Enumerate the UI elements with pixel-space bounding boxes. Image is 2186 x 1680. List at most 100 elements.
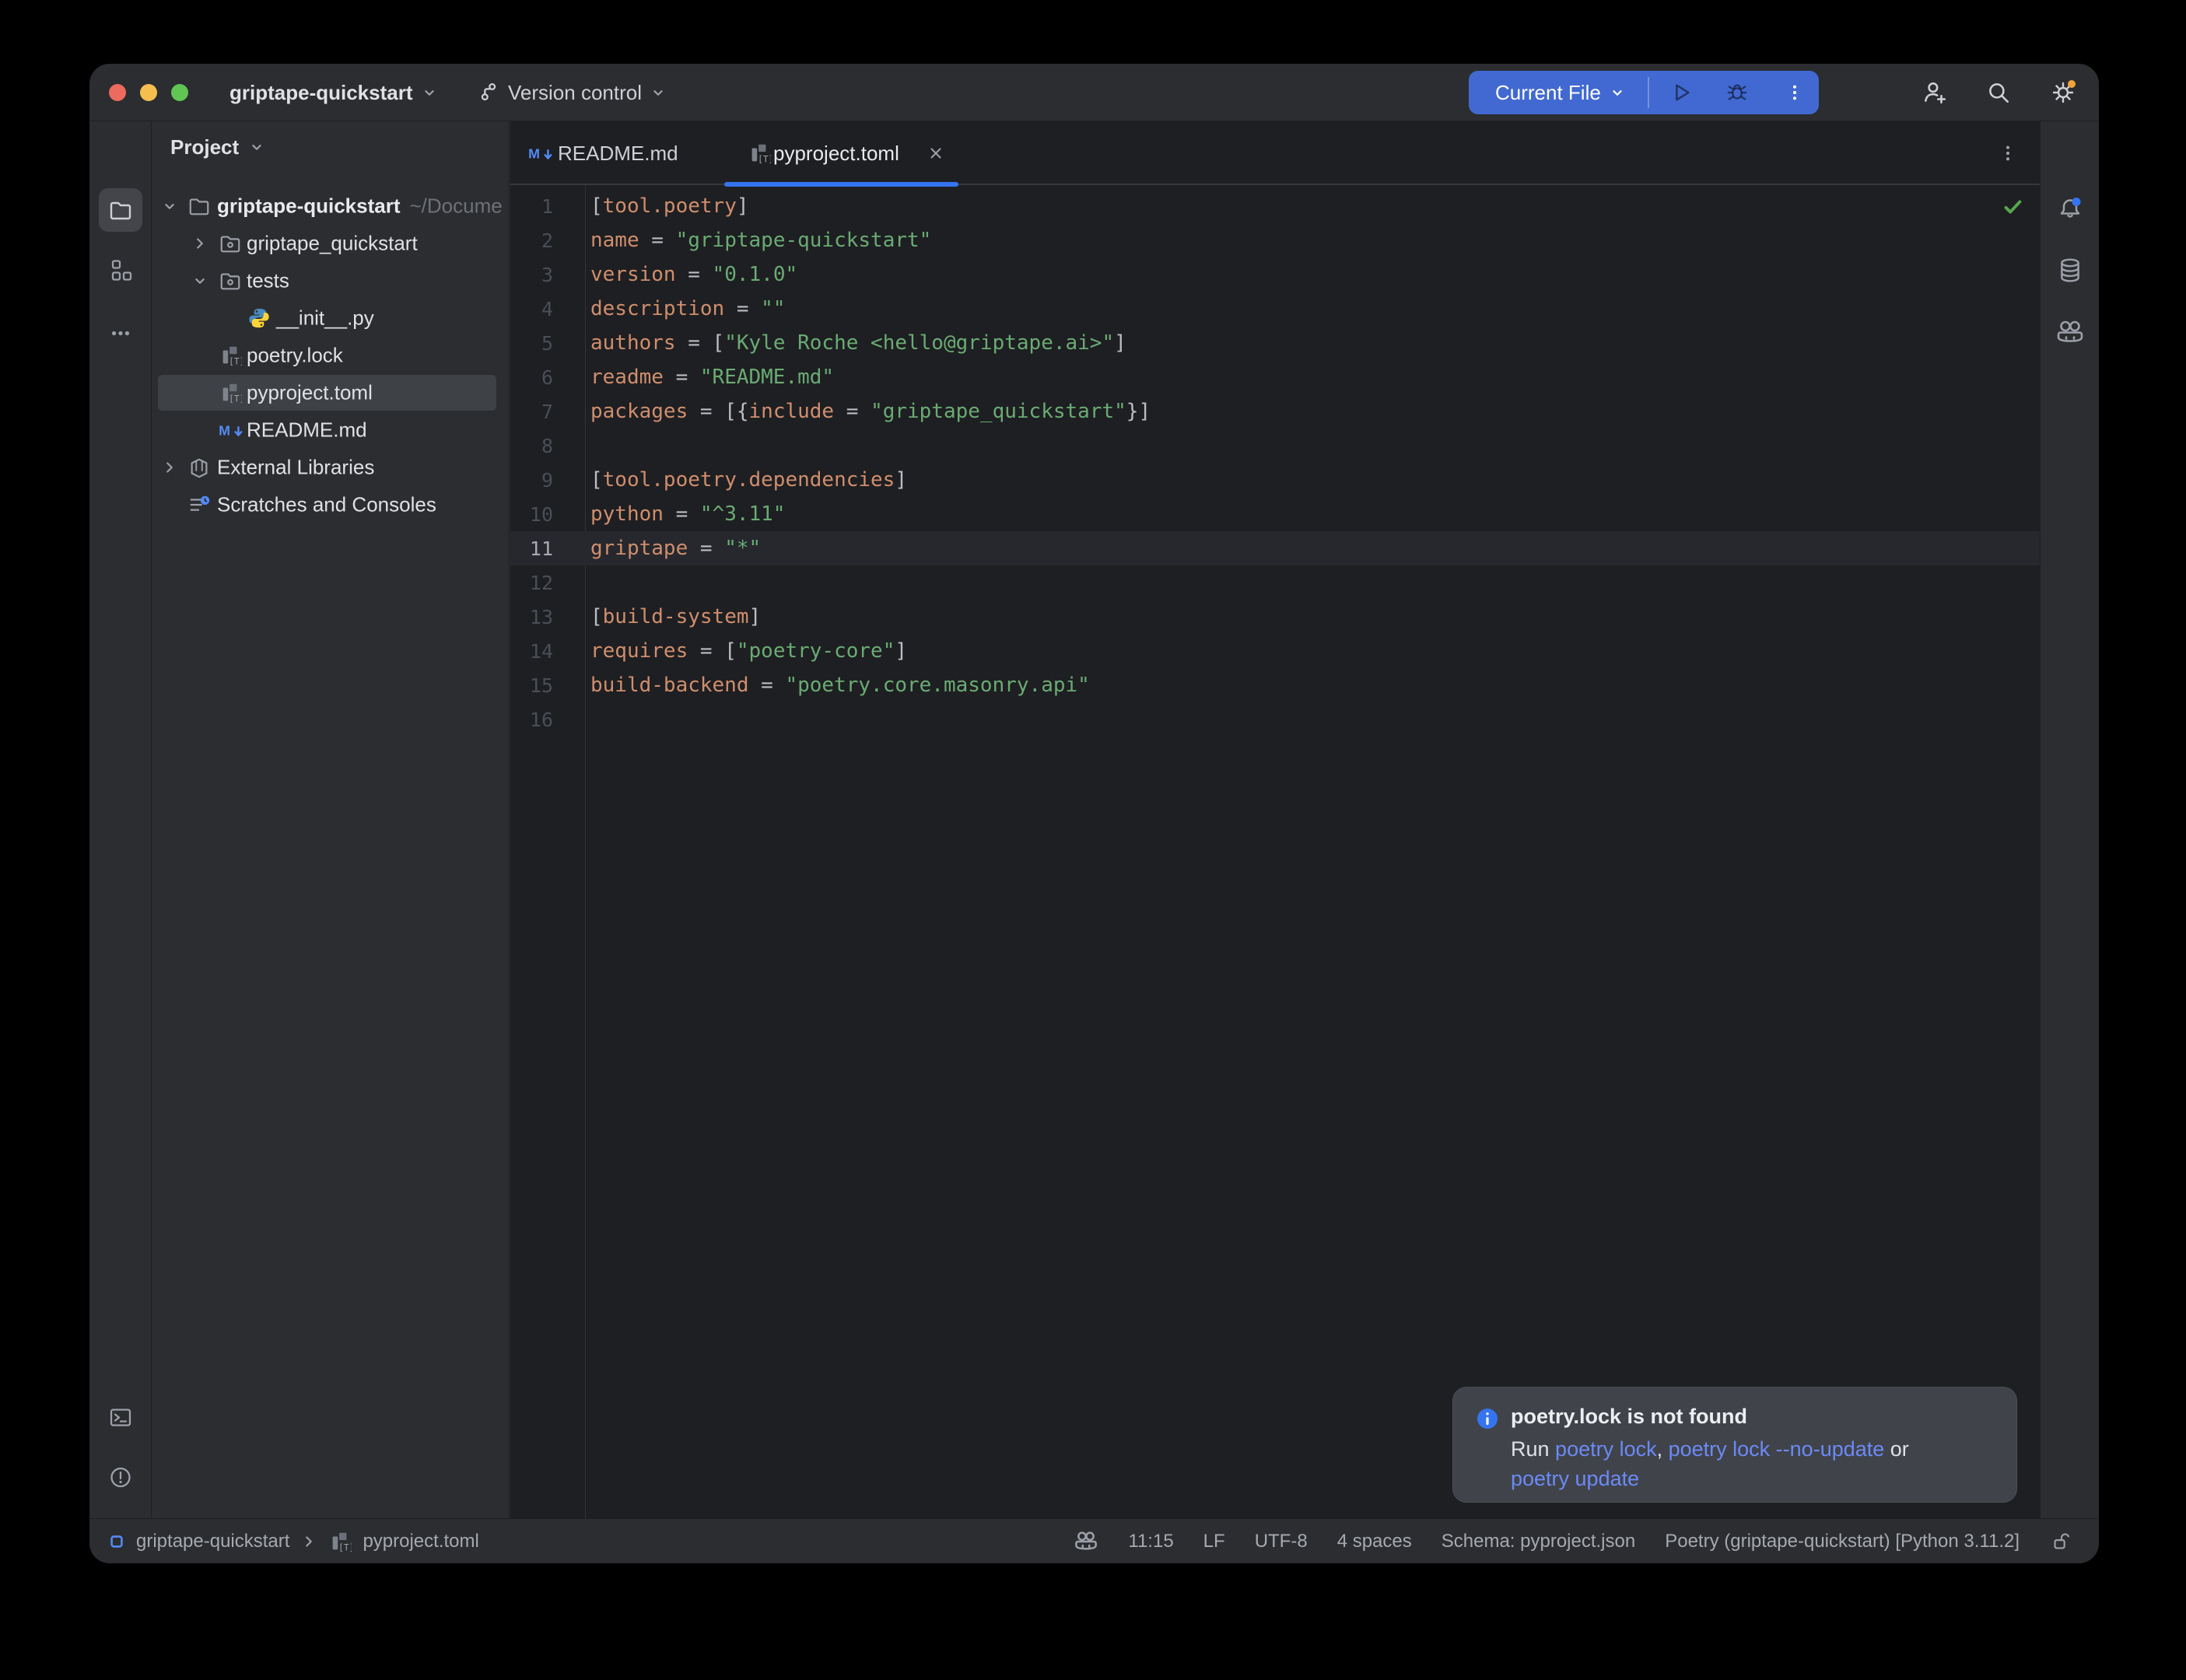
status-schema[interactable]: Schema: pyproject.json [1442, 1531, 1635, 1552]
tree-item-external-libraries[interactable]: External Libraries [152, 449, 509, 486]
tree-item-label: External Libraries [217, 456, 374, 480]
tree-item-label: __init__.py [276, 306, 374, 331]
tree-item-scratches-and-consoles[interactable]: Scratches and Consoles [152, 486, 509, 523]
debug-button[interactable] [1725, 81, 1749, 104]
code-with-me-button[interactable] [1922, 79, 1948, 106]
code-line-2[interactable]: 2name = "griptape-quickstart" [510, 223, 2040, 257]
editor-tab-readme.md[interactable]: MREADME.md [510, 121, 723, 185]
search-everywhere-button[interactable] [1985, 79, 2012, 106]
chevron-down-icon[interactable] [161, 198, 178, 215]
line-number: 4 [510, 298, 553, 320]
code-text: version = "0.1.0" [590, 263, 797, 286]
copilot-status-icon[interactable] [1074, 1529, 1098, 1554]
close-window-button[interactable] [109, 84, 126, 101]
breadcrumb-griptape-quickstart[interactable]: griptape-quickstart [108, 1531, 289, 1552]
editor-tab-pyproject.toml[interactable]: [T]pyproject.toml [724, 121, 958, 185]
close-icon[interactable] [927, 145, 944, 162]
chevron-right-icon[interactable] [191, 235, 208, 252]
chevron-down-icon[interactable] [191, 272, 208, 289]
tree-item-tests[interactable]: tests [152, 262, 509, 299]
tree-item-readme-md[interactable]: MREADME.md [152, 411, 509, 449]
editor-content[interactable]: 1[tool.poetry]2name = "griptape-quicksta… [510, 185, 2040, 1518]
breadcrumbs: griptape-quickstart [T]pyproject.toml [108, 1519, 479, 1563]
markdown-icon: M [219, 418, 245, 442]
notifications-button[interactable] [2056, 195, 2084, 223]
project-tool-button[interactable] [99, 188, 142, 232]
ai-assistant-button[interactable] [2055, 318, 2085, 348]
tree-item-pyproject-toml[interactable]: [T]pyproject.toml [152, 374, 509, 411]
chevron-down-icon [248, 138, 265, 156]
settings-button[interactable] [2049, 79, 2077, 107]
code-line-8[interactable]: 8 [510, 429, 2040, 463]
tab-options-button[interactable] [1998, 143, 2018, 163]
status-encoding[interactable]: UTF-8 [1255, 1531, 1308, 1552]
tree-item-griptape-quickstart[interactable]: griptape-quickstart~/Docume [152, 187, 509, 225]
notification-link[interactable]: poetry lock --no-update [1669, 1437, 1885, 1461]
inspections-ok-icon[interactable] [2001, 195, 2024, 219]
code-line-6[interactable]: 6readme = "README.md" [510, 360, 2040, 394]
toml-icon: [T] [328, 1530, 352, 1553]
code-line-4[interactable]: 4description = "" [510, 292, 2040, 326]
info-icon [1475, 1406, 1500, 1431]
status-indent[interactable]: 4 spaces [1337, 1531, 1412, 1552]
folder-dot-icon [219, 269, 242, 292]
line-number: 6 [510, 366, 553, 389]
project-widget[interactable]: griptape-quickstart [229, 64, 438, 121]
folder-icon [108, 198, 133, 222]
tree-item-path: ~/Docume [410, 194, 503, 218]
code-line-10[interactable]: 10python = "^3.11" [510, 497, 2040, 531]
project-tree: griptape-quickstart~/Docume griptape_quic… [152, 187, 509, 523]
code-line-11[interactable]: 11 griptape = "*" [510, 531, 2040, 565]
more-tool-windows-button[interactable] [109, 322, 132, 345]
lock-open-icon[interactable] [2049, 1530, 2072, 1553]
chevron-down-icon [421, 84, 438, 101]
line-number: 11 [510, 537, 553, 560]
zoom-window-button[interactable] [171, 84, 188, 101]
status-interpreter[interactable]: Poetry (griptape-quickstart) [Python 3.1… [1665, 1531, 2020, 1552]
chevron-right-icon[interactable] [161, 459, 178, 476]
line-number: 7 [510, 401, 553, 423]
database-tool-button[interactable] [2057, 257, 2083, 284]
code-text: authors = ["Kyle Roche <hello@griptape.a… [590, 331, 1126, 355]
code-line-13[interactable]: 13[build-system] [510, 600, 2040, 634]
branch-icon [477, 81, 500, 104]
code-line-3[interactable]: 3version = "0.1.0" [510, 257, 2040, 292]
chevron-down-icon [650, 84, 667, 101]
code-line-16[interactable]: 16 [510, 702, 2040, 737]
code-line-15[interactable]: 15build-backend = "poetry.core.masonry.a… [510, 668, 2040, 702]
run-configuration-selector[interactable]: Current File [1495, 81, 1601, 105]
folder-icon [187, 194, 211, 218]
line-number: 13 [510, 606, 553, 628]
terminal-tool-button[interactable] [108, 1405, 133, 1430]
run-button[interactable] [1669, 81, 1693, 104]
code-line-12[interactable]: 12 [510, 565, 2040, 600]
structure-tool-button[interactable] [108, 259, 133, 284]
code-line-7[interactable]: 7packages = [{include = "griptape_quicks… [510, 394, 2040, 429]
problems-tool-button[interactable] [108, 1465, 133, 1490]
vcs-widget[interactable]: Version control [477, 64, 667, 121]
more-run-options-button[interactable] [1785, 82, 1805, 103]
code-line-14[interactable]: 14requires = ["poetry-core"] [510, 634, 2040, 668]
notification-toast: poetry.lock is not found Run poetry lock… [1452, 1387, 2017, 1503]
tab-label: pyproject.toml [773, 142, 899, 166]
project-panel-header[interactable]: Project [170, 121, 265, 173]
notification-link[interactable]: poetry update [1511, 1467, 1639, 1490]
tree-item-poetry-lock[interactable]: [T]poetry.lock [152, 337, 509, 374]
code-line-1[interactable]: 1[tool.poetry] [510, 189, 2040, 223]
code-line-9[interactable]: 9[tool.poetry.dependencies] [510, 463, 2040, 497]
tree-item-griptape-quickstart[interactable]: griptape_quickstart [152, 225, 509, 262]
code-line-5[interactable]: 5authors = ["Kyle Roche <hello@griptape.… [510, 326, 2040, 360]
svg-text:M: M [528, 146, 540, 162]
svg-text:[T]: [T] [229, 356, 242, 366]
tree-item-label: griptape_quickstart [247, 232, 418, 256]
notification-link[interactable]: poetry lock [1555, 1437, 1657, 1461]
editor-area: MREADME.md[T]pyproject.toml 1[tool.poetr… [510, 121, 2040, 1518]
code-text: griptape = "*" [590, 537, 761, 560]
status-line-separator[interactable]: LF [1203, 1531, 1225, 1552]
minimize-window-button[interactable] [140, 84, 157, 101]
status-cursor-position[interactable]: 11:15 [1128, 1531, 1173, 1552]
line-number: 9 [510, 469, 553, 492]
run-widget: Current File [1469, 71, 1819, 114]
breadcrumb-pyproject-toml[interactable]: [T]pyproject.toml [328, 1530, 478, 1553]
tree-item--init-py[interactable]: __init__.py [152, 299, 509, 337]
